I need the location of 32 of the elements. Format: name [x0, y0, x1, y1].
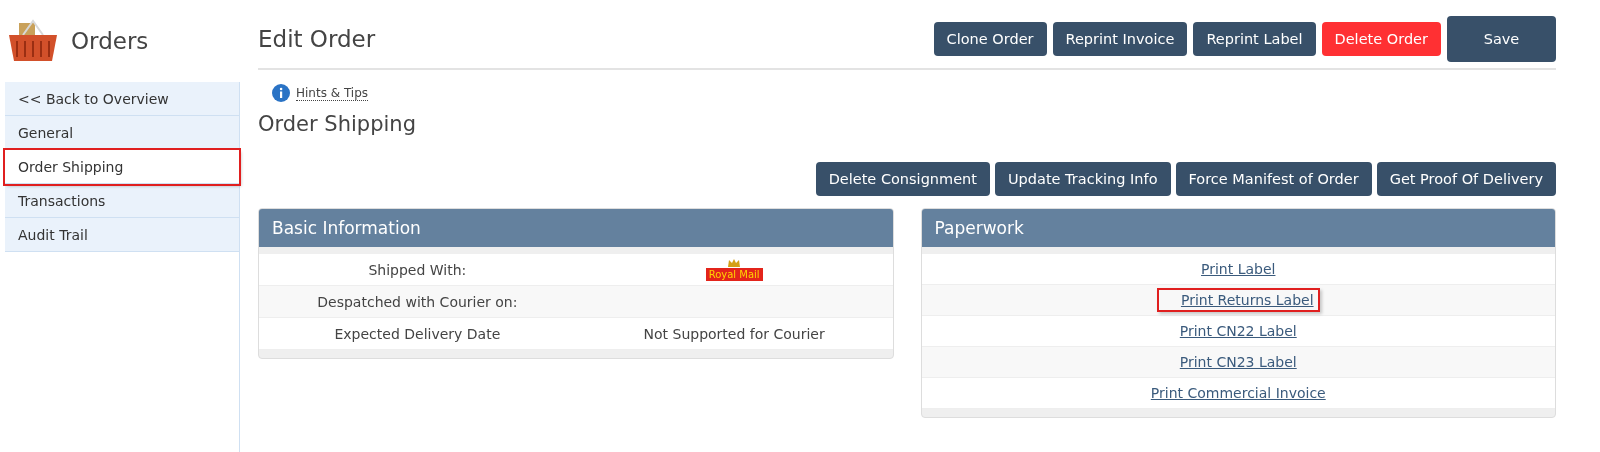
paperwork-link[interactable]: Print Label: [1201, 261, 1276, 277]
action-button[interactable]: Update Tracking Info: [994, 162, 1171, 196]
sidebar-item[interactable]: Transactions: [5, 184, 239, 218]
page-title: Edit Order: [258, 26, 376, 52]
delete-button[interactable]: Delete Order: [1321, 22, 1441, 56]
sidebar-item[interactable]: Audit Trail: [5, 218, 239, 252]
toolbar-button[interactable]: Reprint Label: [1193, 22, 1316, 56]
panel-header: Paperwork: [921, 209, 1555, 247]
paperwork-link[interactable]: Print CN22 Label: [1179, 323, 1297, 339]
app-title: Orders: [71, 28, 149, 54]
sidebar-item[interactable]: << Back to Overview: [5, 82, 239, 116]
field-label: Expected Delivery Date: [333, 325, 502, 342]
info-icon: [272, 84, 290, 102]
toolbar-button[interactable]: Clone Order: [933, 22, 1047, 56]
action-button[interactable]: Force Manifest of Order: [1175, 162, 1372, 196]
sidebar-item[interactable]: General: [5, 116, 239, 150]
section-title: Order Shipping: [258, 112, 417, 136]
basket-icon: [7, 19, 59, 63]
toolbar-button[interactable]: Reprint Invoice: [1052, 22, 1188, 56]
field-label: Shipped With:: [367, 261, 468, 278]
action-button[interactable]: Delete Consignment: [815, 162, 990, 196]
sidebar-item[interactable]: Order Shipping: [5, 150, 239, 184]
action-button[interactable]: Get Proof Of Delivery: [1376, 162, 1556, 196]
courier-logo: Royal Mail: [705, 258, 763, 281]
field-value: Not Supported for Courier: [642, 325, 826, 342]
paperwork-link[interactable]: Print Returns Label: [1156, 288, 1320, 312]
save-button[interactable]: Save: [1447, 16, 1556, 62]
hints-link[interactable]: Hints & Tips: [296, 85, 369, 101]
paperwork-link[interactable]: Print CN23 Label: [1179, 354, 1297, 370]
panel-header: Basic Information: [259, 209, 893, 247]
field-label: Despatched with Courier on:: [316, 293, 519, 310]
paperwork-link[interactable]: Print Commercial Invoice: [1150, 385, 1326, 401]
